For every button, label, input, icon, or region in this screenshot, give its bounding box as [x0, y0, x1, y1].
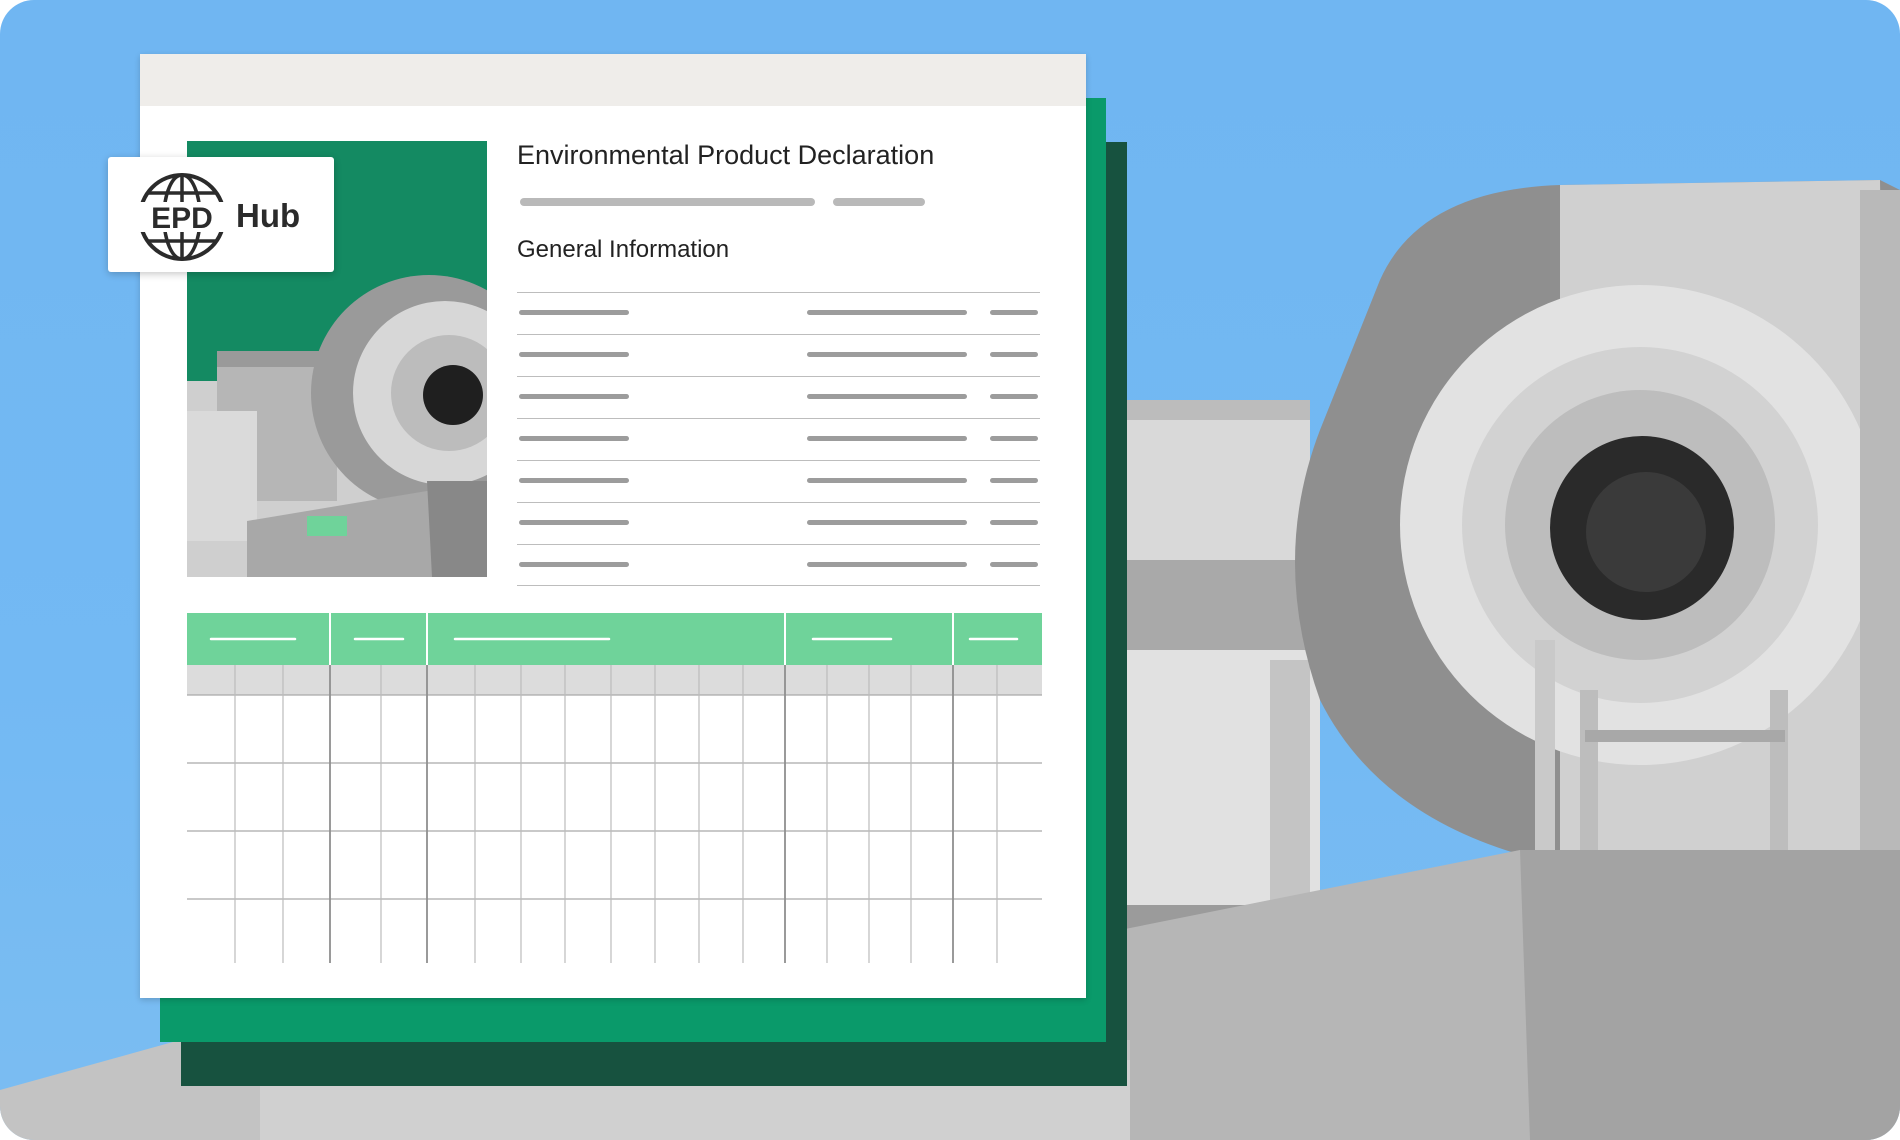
label-placeholder	[519, 562, 629, 567]
value-placeholder	[807, 352, 967, 357]
info-row	[517, 376, 1040, 418]
info-row	[517, 418, 1040, 460]
logo-mark-text: EPD	[151, 202, 213, 235]
unit-placeholder	[990, 520, 1038, 525]
value-placeholder	[807, 520, 967, 525]
logo-word: Hub	[236, 197, 301, 234]
label-placeholder	[519, 394, 629, 399]
table-header-row	[187, 613, 1042, 665]
label-placeholder	[519, 436, 629, 441]
subtitle-placeholder-line	[520, 198, 815, 206]
label-placeholder	[519, 478, 629, 483]
info-row	[517, 334, 1040, 376]
unit-placeholder	[990, 436, 1038, 441]
document-top-bar	[140, 54, 1086, 106]
value-placeholder	[807, 478, 967, 483]
value-placeholder	[807, 436, 967, 441]
epd-hub-logo: EPD Hub	[108, 157, 334, 272]
info-row	[517, 292, 1040, 334]
info-row	[517, 502, 1040, 544]
table-subheader-row	[187, 665, 1042, 695]
label-placeholder	[519, 310, 629, 315]
hero-illustration: Environmental Product Declaration Genera…	[0, 0, 1900, 1140]
info-row	[517, 460, 1040, 502]
section-title: General Information	[517, 236, 730, 263]
label-placeholder	[519, 352, 629, 357]
unit-placeholder	[990, 394, 1038, 399]
globe-icon: EPD	[138, 173, 226, 261]
value-placeholder	[807, 562, 967, 567]
results-table	[187, 613, 1042, 963]
info-row	[517, 544, 1040, 586]
info-list	[517, 292, 1040, 586]
unit-placeholder	[990, 562, 1038, 567]
value-placeholder	[807, 394, 967, 399]
unit-placeholder	[990, 478, 1038, 483]
label-placeholder	[519, 520, 629, 525]
unit-placeholder	[990, 310, 1038, 315]
document-title: Environmental Product Declaration	[517, 140, 935, 170]
subtitle-placeholder-line	[833, 198, 925, 206]
unit-placeholder	[990, 352, 1038, 357]
value-placeholder	[807, 310, 967, 315]
